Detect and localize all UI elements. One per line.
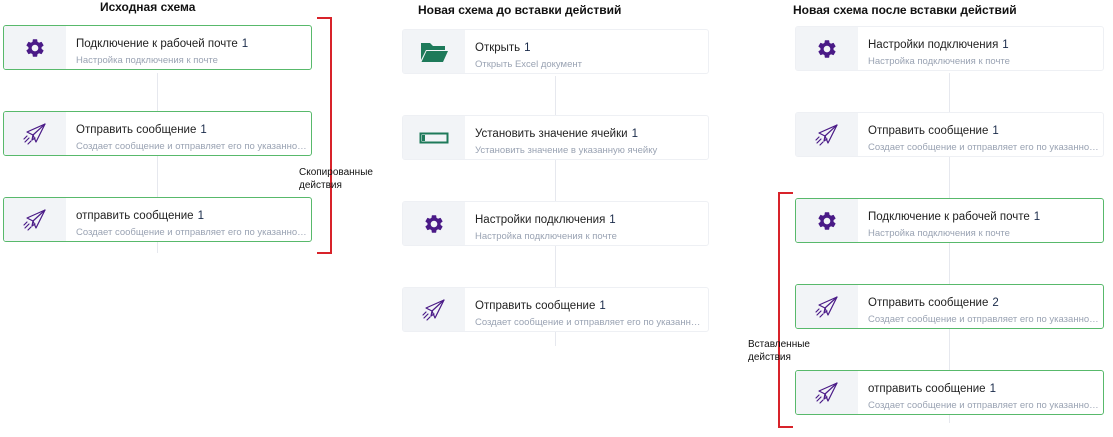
copied-note: Скопированные действия xyxy=(299,167,373,191)
action-name: Открыть 1 xyxy=(475,42,531,54)
action-description: Создает сообщение и отправляет его по ук… xyxy=(475,317,708,328)
action-name: Установить значение ячейки 1 xyxy=(475,128,638,140)
gear-icon xyxy=(796,199,858,242)
action-name: Подключение к рабочей почте 1 xyxy=(868,211,1041,223)
action-name: Отправить сообщение 1 xyxy=(868,125,999,137)
paper-plane-icon xyxy=(796,285,858,328)
gear-icon xyxy=(4,26,66,69)
folder-icon xyxy=(403,30,465,73)
action-card[interactable]: Настройки подключения 1 Настройка подключ… xyxy=(402,201,709,246)
action-description: Создает сообщение и отправляет его по ук… xyxy=(868,400,1103,411)
action-card[interactable]: Отправить сообщение 1 Создает сообщение и… xyxy=(3,111,312,156)
action-name: Подключение к рабочей почте 1 xyxy=(76,38,249,50)
gear-icon xyxy=(403,202,465,245)
action-card[interactable]: Отправить сообщение 1 Создает сообщение и… xyxy=(402,287,709,332)
action-description: Установить значение в указанную ячейку xyxy=(475,145,658,156)
action-description: Настройка подключения к почте xyxy=(76,55,218,66)
action-description: Создает сообщение и отправляет его по ук… xyxy=(76,227,311,238)
cell-icon xyxy=(403,116,465,159)
action-description: Создает сообщение и отправляет его по ук… xyxy=(76,141,311,152)
action-card[interactable]: отправить сообщение 1 Создает сообщение и… xyxy=(3,197,312,242)
action-description: Открыть Excel документ xyxy=(475,59,582,70)
action-description: Создает сообщение и отправляет его по ук… xyxy=(868,142,1103,153)
action-name: Настройки подключения 1 xyxy=(475,214,616,226)
action-name: отправить сообщение 1 xyxy=(868,383,996,395)
action-description: Создает сообщение и отправляет его по ук… xyxy=(868,314,1103,325)
action-name: Настройки подключения 1 xyxy=(868,39,1009,51)
gear-icon xyxy=(796,27,858,70)
action-name: Отправить сообщение 1 xyxy=(475,300,606,312)
action-card[interactable]: Установить значение ячейки 1 Установить з… xyxy=(402,115,709,160)
action-description: Настройка подключения к почте xyxy=(868,56,1010,67)
action-description: Настройка подключения к почте xyxy=(475,231,617,242)
action-name: отправить сообщение 1 xyxy=(76,210,204,222)
action-card[interactable]: Подключение к рабочей почте 1 Настройка п… xyxy=(795,198,1104,243)
paper-plane-icon xyxy=(796,371,858,414)
paper-plane-icon xyxy=(4,112,66,155)
action-name: Отправить сообщение 1 xyxy=(76,124,207,136)
action-name: Отправить сообщение 2 xyxy=(868,297,999,309)
pasted-note: Вставленные действия xyxy=(748,339,810,363)
action-description: Настройка подключения к почте xyxy=(868,228,1010,239)
action-card[interactable]: Подключение к рабочей почте 1 Настройка п… xyxy=(3,25,312,70)
column-title-before: Новая схема до вставки действий xyxy=(418,3,622,17)
pasted-bracket xyxy=(778,192,793,428)
paper-plane-icon xyxy=(4,198,66,241)
column-title-after: Новая схема после вставки действий xyxy=(793,3,1017,17)
action-card[interactable]: Отправить сообщение 2 Создает сообщение и… xyxy=(795,284,1104,329)
paper-plane-icon xyxy=(403,288,465,331)
paper-plane-icon xyxy=(796,113,858,156)
action-card[interactable]: Открыть 1 Открыть Excel документ xyxy=(402,29,709,74)
action-card[interactable]: Отправить сообщение 1 Создает сообщение и… xyxy=(795,112,1104,157)
column-title-source: Исходная схема xyxy=(100,0,196,14)
copied-bracket xyxy=(317,17,332,254)
action-card[interactable]: отправить сообщение 1 Создает сообщение и… xyxy=(795,370,1104,415)
action-card[interactable]: Настройки подключения 1 Настройка подключ… xyxy=(795,26,1104,71)
